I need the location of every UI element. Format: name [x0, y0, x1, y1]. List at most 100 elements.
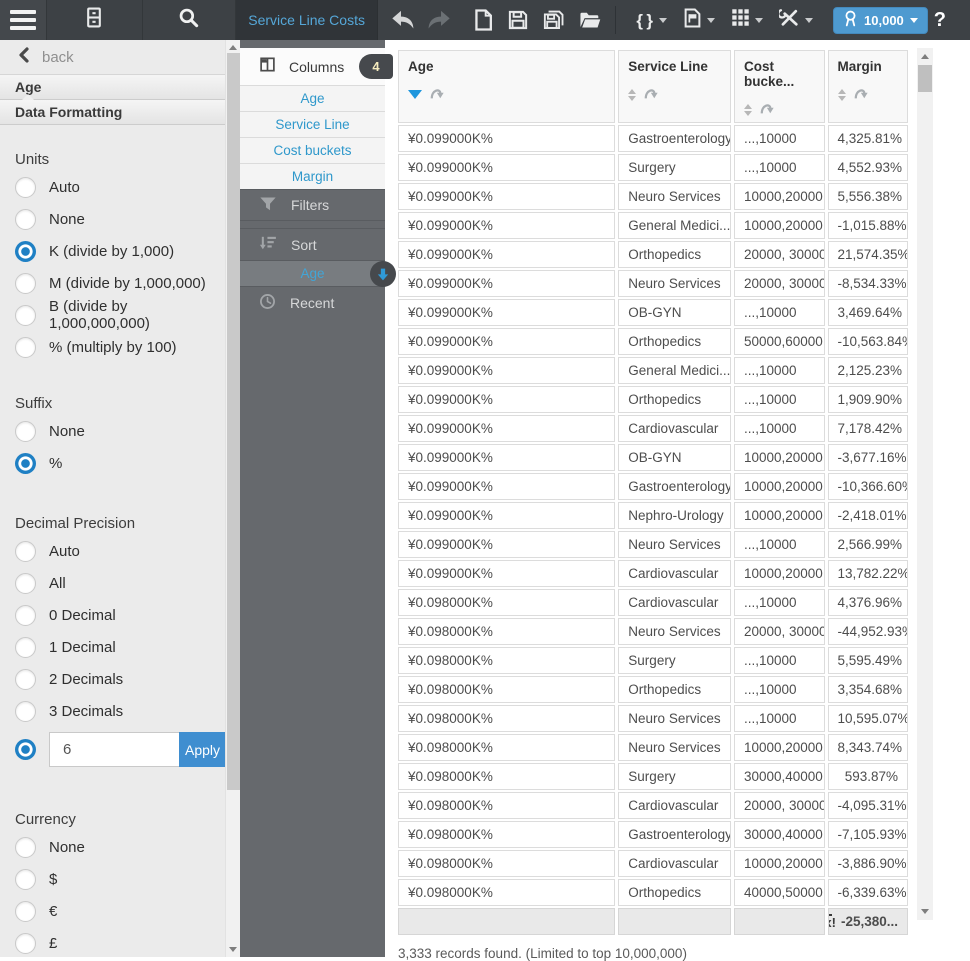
columns-section-button[interactable]: Columns 4: [240, 48, 393, 85]
sort-toggle-icon[interactable]: [743, 104, 752, 116]
radio-icon[interactable]: [15, 836, 36, 858]
scroll-up-icon[interactable]: [921, 54, 929, 59]
radio-option[interactable]: €: [15, 900, 225, 922]
radio-option[interactable]: 0 Decimal: [15, 604, 225, 626]
radio-option[interactable]: £: [15, 932, 225, 954]
radio-icon[interactable]: [15, 176, 36, 198]
column-field-item[interactable]: Cost buckets: [240, 137, 385, 163]
table-row[interactable]: ¥0.099000K% Nephro-Urology 10000,20000 -2,4…: [398, 502, 908, 529]
table-row[interactable]: ¥0.099000K% Neuro Services ...,10000 2,566.…: [398, 531, 908, 558]
table-row[interactable]: ¥0.099000K% Cardiovascular 10000,20000 13,7…: [398, 560, 908, 587]
hamburger-menu-button[interactable]: [0, 0, 48, 40]
table-row[interactable]: ¥0.099000K% OB-GYN ...,10000 3,469.64%: [398, 299, 908, 326]
tools-dropdown[interactable]: [777, 8, 814, 32]
table-row[interactable]: ¥0.098000K% Neuro Services 10000,20000 8,34…: [398, 734, 908, 761]
radio-option[interactable]: Auto: [15, 540, 225, 562]
table-row[interactable]: ¥0.099000K% Surgery ...,10000 4,552.93%: [398, 154, 908, 181]
table-row[interactable]: ¥0.098000K% Surgery 30000,40000 593.87%: [398, 763, 908, 790]
column-field-item[interactable]: Service Line: [240, 111, 385, 137]
radio-option[interactable]: All: [15, 572, 225, 594]
sort-curve-arrow-icon[interactable]: [429, 84, 446, 101]
recent-section-button[interactable]: Recent: [240, 287, 385, 319]
page-flag-dropdown[interactable]: [683, 8, 716, 33]
radio-icon[interactable]: [15, 540, 36, 562]
table-row[interactable]: ¥0.099000K% Orthopedics 20000, 30000 21,574…: [398, 241, 908, 268]
column-field-item[interactable]: Margin: [240, 163, 385, 189]
radio-option[interactable]: 2 Decimals: [15, 668, 225, 690]
redo-button[interactable]: [426, 9, 452, 31]
column-header-cost-buckets[interactable]: Cost bucke...: [733, 50, 825, 123]
radio-icon[interactable]: [15, 604, 36, 626]
table-row[interactable]: ¥0.098000K% Orthopedics ...,10000 3,354.68%: [398, 676, 908, 703]
apply-button[interactable]: Apply: [179, 732, 225, 767]
custom-precision-radio[interactable]: [15, 739, 36, 760]
radio-icon[interactable]: [15, 572, 36, 594]
radio-option[interactable]: % (multiply by 100): [15, 336, 225, 358]
scroll-up-icon[interactable]: [229, 45, 237, 50]
new-document-button[interactable]: [474, 9, 493, 31]
column-header-age[interactable]: Age: [398, 50, 616, 123]
radio-option[interactable]: $: [15, 868, 225, 890]
sort-descending-active-icon[interactable]: [408, 90, 422, 99]
table-row[interactable]: ¥0.099000K% OB-GYN 10000,20000 -3,677.16%: [398, 444, 908, 471]
table-row[interactable]: ¥0.099000K% Gastroenterology ...,10000 4,32…: [398, 125, 908, 152]
aggregate-value-cell[interactable]: x! -25,380...: [827, 908, 908, 935]
row-limit-button[interactable]: 10,000: [833, 6, 928, 34]
table-row[interactable]: ¥0.099000K% Gastroenterology 10000,20000 -1…: [398, 473, 908, 500]
sort-curve-arrow-icon[interactable]: [853, 84, 870, 101]
table-row[interactable]: ¥0.099000K% General Medici... 10000,20000-…: [398, 212, 908, 239]
scrollbar-thumb[interactable]: [227, 53, 240, 790]
table-row[interactable]: ¥0.098000K% Cardiovascular 10000,20000 -3,8…: [398, 850, 908, 877]
sort-toggle-icon[interactable]: [628, 89, 637, 101]
chart-title-tab[interactable]: Service Line Costs: [235, 0, 379, 40]
table-view-dropdown[interactable]: [731, 8, 764, 32]
table-row[interactable]: ¥0.098000K% Neuro Services ...,10000 10,595…: [398, 705, 908, 732]
table-row[interactable]: ¥0.099000K% Neuro Services 20000, 30000 -8,…: [398, 270, 908, 297]
radio-option[interactable]: 3 Decimals: [15, 700, 225, 722]
sort-selected-field[interactable]: Age: [240, 260, 396, 287]
radio-icon[interactable]: [15, 932, 36, 954]
radio-option[interactable]: None: [15, 208, 225, 230]
radio-option[interactable]: 1 Decimal: [15, 636, 225, 658]
radio-icon[interactable]: [15, 272, 36, 294]
sort-toggle-icon[interactable]: [837, 89, 846, 101]
radio-icon[interactable]: [15, 208, 36, 230]
scrollbar-thumb[interactable]: [918, 65, 932, 92]
undo-button[interactable]: [390, 9, 416, 31]
radio-option[interactable]: B (divide by 1,000,000,000): [15, 298, 225, 332]
sort-direction-badge[interactable]: [370, 261, 396, 287]
table-row[interactable]: ¥0.098000K% Neuro Services 20000, 30000 -44…: [398, 618, 908, 645]
open-folder-button[interactable]: [579, 10, 601, 30]
column-field-item[interactable]: Age: [240, 85, 385, 111]
save-copy-button[interactable]: [543, 10, 564, 30]
scroll-down-icon[interactable]: [921, 909, 929, 914]
radio-icon[interactable]: [15, 900, 36, 922]
search-button[interactable]: [143, 0, 236, 40]
table-row[interactable]: ¥0.099000K% Orthopedics 50000,60000 -10,563…: [398, 328, 908, 355]
radio-icon[interactable]: [15, 336, 36, 358]
table-row[interactable]: ¥0.099000K% General Medici... ...,10000 2,1…: [398, 357, 908, 384]
radio-option[interactable]: M (divide by 1,000,000): [15, 272, 225, 294]
variables-dropdown[interactable]: { }: [636, 12, 668, 29]
radio-icon[interactable]: [15, 868, 36, 890]
table-row[interactable]: ¥0.098000K% Cardiovascular 20000, 30000 -4,…: [398, 792, 908, 819]
table-row[interactable]: ¥0.098000K% Cardiovascular ...,10000 4,376.…: [398, 589, 908, 616]
back-button[interactable]: back: [0, 40, 225, 75]
table-row[interactable]: ¥0.098000K% Gastroenterology 30000,40000 -7…: [398, 821, 908, 848]
column-header-margin[interactable]: Margin: [827, 50, 908, 123]
radio-icon[interactable]: [15, 636, 36, 658]
radio-option[interactable]: None: [15, 836, 225, 858]
table-scrollbar[interactable]: [917, 48, 933, 920]
radio-option[interactable]: Auto: [15, 176, 225, 198]
scroll-down-icon[interactable]: [229, 947, 237, 952]
table-row[interactable]: ¥0.099000K% Cardiovascular ...,10000 7,178.…: [398, 415, 908, 442]
help-button[interactable]: ?: [928, 8, 952, 33]
table-row[interactable]: ¥0.099000K% Neuro Services 10000,20000 5,55…: [398, 183, 908, 210]
sidebar-scrollbar[interactable]: [225, 40, 240, 957]
radio-icon[interactable]: [15, 240, 36, 262]
save-button[interactable]: [508, 10, 528, 30]
filters-section-button[interactable]: Filters: [240, 189, 385, 221]
custom-precision-input[interactable]: [49, 732, 179, 767]
radio-icon[interactable]: [15, 668, 36, 690]
column-header-service-line[interactable]: Service Line: [618, 50, 731, 123]
